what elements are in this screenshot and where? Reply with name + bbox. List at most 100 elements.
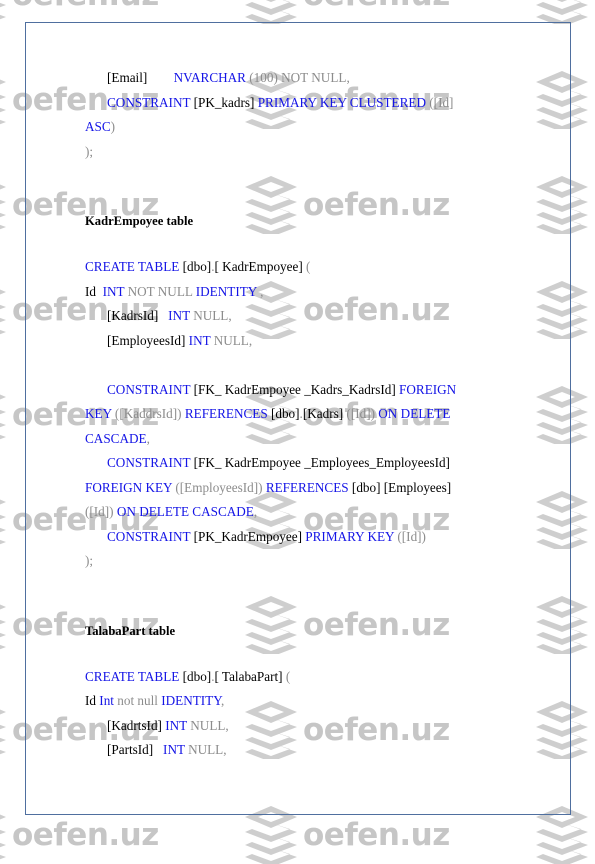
sql-token-plain: [dbo] xyxy=(182,259,212,274)
sql-token-dim: ([Id]) xyxy=(85,504,117,519)
sql-code-line xyxy=(85,353,549,378)
sql-code-line: CASCADE, xyxy=(85,427,549,452)
watermark-tile: oefen.uz xyxy=(0,0,159,24)
sql-token-keyword: ASC xyxy=(85,119,111,134)
sql-code-line: CREATE TABLE [dbo].[ KadrEmpoyee] ( xyxy=(85,255,549,280)
sql-token-keyword: PRIMARY KEY CLUSTERED xyxy=(257,94,430,110)
sql-token-plain: Id xyxy=(85,283,103,299)
sql-token-keyword: IDENTITY xyxy=(195,283,261,299)
oefen-logo-icon xyxy=(0,709,6,755)
sql-token-plain: [PK_kadrs] xyxy=(193,94,258,110)
sql-token-dim: ( xyxy=(306,259,311,274)
sql-code-line: FOREIGN KEY ([EmployeesId]) REFERENCES [… xyxy=(85,476,549,501)
sql-code-line: KEY ([KaddrsId]) REFERENCES [dbo].[Kadrs… xyxy=(85,402,549,427)
watermark-text: oefen.uz xyxy=(303,817,450,853)
sql-token-plain: [FK_ KadrEmpoyee _Kadrs_KadrsId] xyxy=(193,381,400,397)
sql-token-keyword: CONSTRAINT xyxy=(107,381,194,397)
sql-token-keyword: REFERENCES xyxy=(265,479,352,495)
sql-code-line: ASC) xyxy=(85,115,549,140)
oefen-logo-icon xyxy=(0,184,6,230)
sql-token-dim: ([EmployeesId]) xyxy=(175,479,266,495)
oefen-logo-icon xyxy=(0,79,6,125)
sql-token-keyword: FOREIGN xyxy=(399,381,457,397)
sql-token-plain: [KadrtsId] xyxy=(107,717,166,733)
sql-token-dim: , xyxy=(260,283,264,299)
sql-code-line: ); xyxy=(85,140,549,165)
sql-code-line: ([Id]) ON DELETE CASCADE, xyxy=(85,500,549,525)
heading-spacer xyxy=(85,642,549,665)
sql-token-keyword: CONSTRAINT xyxy=(107,94,194,110)
sql-code-line: CONSTRAINT [FK_ KadrEmpoyee _Kadrs_Kadrs… xyxy=(85,378,549,403)
sql-token-dim: ([Id]) xyxy=(397,528,426,544)
sql-code-line: Id INT NOT NULL IDENTITY , xyxy=(85,280,549,305)
watermark-text: oefen.uz xyxy=(303,0,450,13)
sql-token-keyword: INT xyxy=(102,283,128,299)
sql-token-keyword: ON DELETE CASCADE xyxy=(116,504,254,519)
sql-token-dim: NULL, xyxy=(193,308,232,323)
sql-token-plain: [ KadrEmpoyee] xyxy=(214,259,307,274)
section-heading: TalabaPart table xyxy=(85,623,176,638)
sql-token-dim: , xyxy=(221,693,225,708)
oefen-logo-icon xyxy=(0,604,6,650)
sql-token-dim: , xyxy=(253,504,258,519)
oefen-logo-icon xyxy=(245,0,297,24)
sql-code-line: CONSTRAINT [PK_kadrs] PRIMARY KEY CLUSTE… xyxy=(85,91,549,116)
document-body: [Email] NVARCHAR (100) NOT NULL, CONSTRAI… xyxy=(25,22,571,815)
sql-token-dim: , xyxy=(146,430,150,446)
sql-code-line: CONSTRAINT [FK_ KadrEmpoyee _Employees_E… xyxy=(85,451,549,476)
sql-token-keyword: INT xyxy=(188,332,214,348)
sql-token-keyword: INT xyxy=(165,717,191,733)
sql-code-line: [Email] NVARCHAR (100) NOT NULL, xyxy=(85,66,549,91)
sql-code-line: [PartsId] INT NULL, xyxy=(85,738,549,763)
sql-token-keyword: PRIMARY KEY xyxy=(305,528,398,544)
sql-token-plain: [ TalabaPart] xyxy=(214,668,286,684)
sql-token-keyword: INT xyxy=(163,742,189,757)
sql-token-plain: [EmployeesId] xyxy=(107,332,189,348)
sql-code-line: ); xyxy=(85,549,549,574)
sql-token-dim: NULL, xyxy=(188,742,227,757)
sql-token-keyword: KEY xyxy=(85,406,115,421)
sql-token-plain: [Email] xyxy=(107,70,174,85)
sql-token-dim: ([Id]) xyxy=(346,406,379,421)
watermark-text: oefen.uz xyxy=(12,817,159,853)
sql-token-dim: ); xyxy=(85,553,94,568)
sql-token-keyword: REFERENCES xyxy=(184,406,271,421)
sql-token-keyword: CREATE TABLE xyxy=(85,668,183,684)
sql-token-keyword: IDENTITY xyxy=(161,693,222,708)
sql-code-line: CONSTRAINT [PK_KadrEmpoyee] PRIMARY KEY … xyxy=(85,525,549,550)
oefen-logo-icon xyxy=(0,289,6,335)
sql-token-plain: [KadrsId] xyxy=(107,308,169,323)
sql-token-plain: [PartsId] xyxy=(107,742,164,757)
sql-token-dim: ( xyxy=(285,668,291,684)
sql-code-line: CREATE TABLE [dbo].[ TalabaPart] ( xyxy=(85,665,549,690)
oefen-logo-icon xyxy=(0,814,6,860)
sql-token-keyword: INT xyxy=(168,308,194,323)
sql-token-keyword: NVARCHAR xyxy=(173,70,250,85)
oefen-logo-icon xyxy=(0,394,6,440)
sql-token-plain: [Kadrs] xyxy=(302,406,347,421)
watermark-tile: oefen.uz xyxy=(536,0,595,24)
sql-token-dim: ) xyxy=(110,119,116,134)
sql-token-dim: NOT NULL xyxy=(127,283,196,299)
sql-token-keyword: FOREIGN KEY xyxy=(85,479,176,495)
sql-code-line: [KadrsId] INT NULL, xyxy=(85,304,549,329)
sql-token-plain: [FK_ KadrEmpoyee _Employees_EmployeesId] xyxy=(193,455,450,470)
sql-code-line: [EmployeesId] INT NULL, xyxy=(85,329,549,354)
watermark-text: oefen.uz xyxy=(12,0,159,13)
sql-token-dim: NULL, xyxy=(213,332,253,348)
heading-spacer xyxy=(85,232,549,255)
oefen-logo-icon xyxy=(0,2,6,20)
sql-token-dim: ); xyxy=(85,143,94,159)
sql-token-keyword: ON DELETE xyxy=(378,406,451,421)
oefen-logo-icon xyxy=(536,0,588,24)
sql-token-keyword: Int xyxy=(99,693,118,708)
sql-token-plain: [PK_KadrEmpoyee] xyxy=(193,528,306,544)
watermark-tile: oefen.uz xyxy=(245,0,450,24)
sql-token-plain: [dbo] [Employees] xyxy=(351,479,452,495)
sql-token-plain: [dbo] xyxy=(270,406,300,421)
section-heading: KadrEmpoyee table xyxy=(85,214,194,228)
sql-token-plain: Id xyxy=(85,693,100,708)
sql-token-dim: NULL, xyxy=(190,717,229,733)
